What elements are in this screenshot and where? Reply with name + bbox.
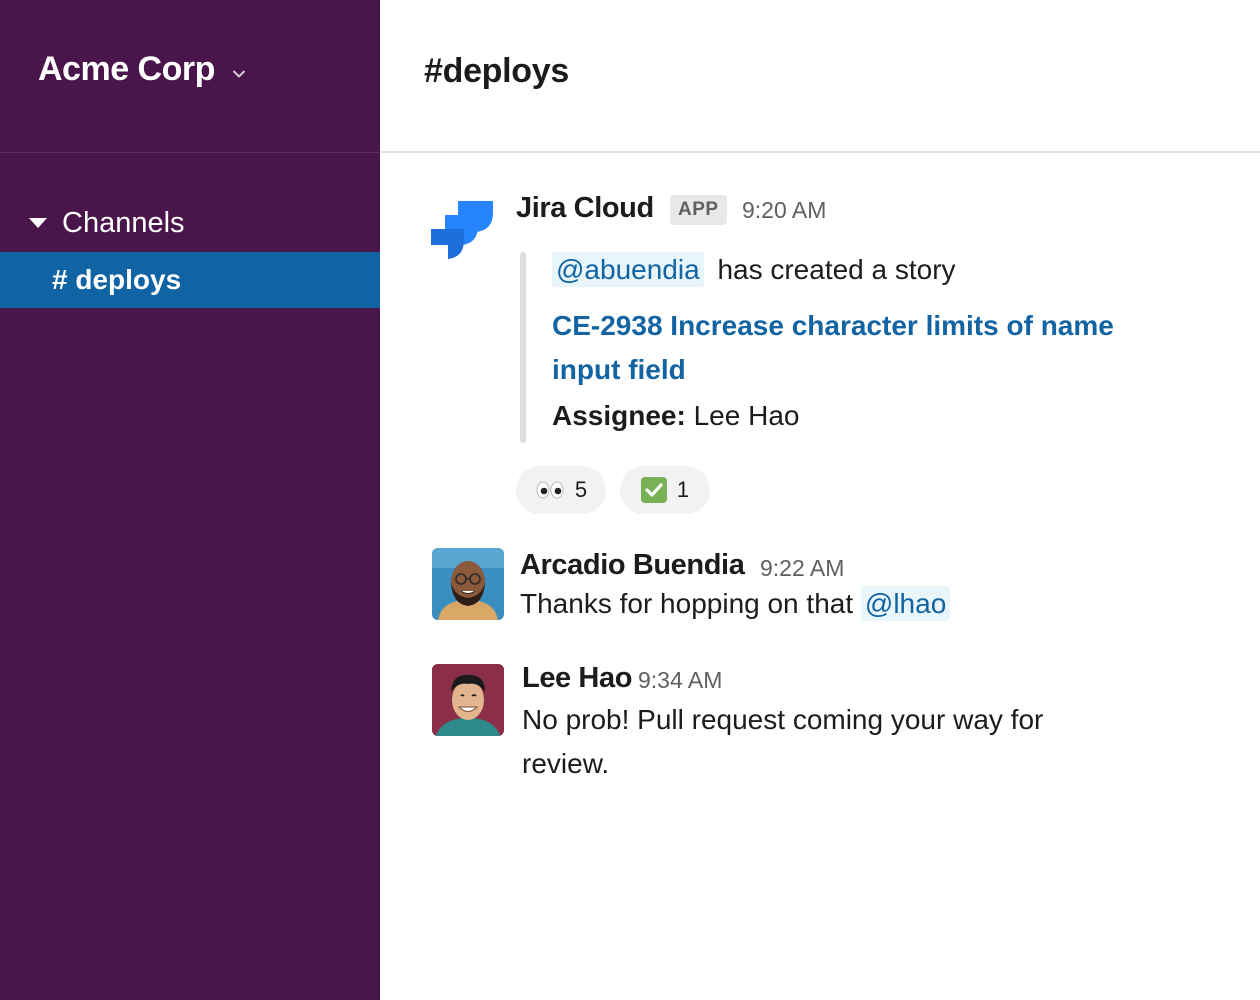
workspace-name[interactable]: Acme Corp	[38, 50, 215, 89]
issue-link-line-1[interactable]: CE-2938 Increase character limits of nam…	[552, 310, 1114, 342]
check-mark-icon	[640, 477, 667, 503]
message-timestamp[interactable]: 9:34 AM	[638, 667, 722, 694]
assignee-field: Assignee: Lee Hao	[552, 400, 799, 432]
chevron-down-icon[interactable]	[231, 66, 247, 82]
user-mention[interactable]: @abuendia	[552, 252, 704, 287]
user-mention[interactable]: @lhao	[860, 586, 951, 621]
message-timestamp[interactable]: 9:22 AM	[760, 555, 844, 582]
issue-link-line-2[interactable]: input field	[552, 354, 686, 386]
sender-name[interactable]: Lee Hao	[522, 662, 632, 695]
sender-name[interactable]: Jira Cloud	[516, 192, 654, 225]
reaction-eyes[interactable]: 5	[516, 466, 606, 514]
reaction-count: 5	[574, 477, 588, 502]
message-timestamp[interactable]: 9:20 AM	[742, 197, 826, 224]
sender-name[interactable]: Arcadio Buendia	[520, 549, 745, 582]
channel-title[interactable]: #deploys	[424, 52, 569, 91]
avatar[interactable]	[432, 548, 504, 620]
avatar[interactable]	[432, 664, 504, 736]
message-text-line-1: No prob! Pull request coming your way fo…	[522, 704, 1044, 735]
app-badge: APP	[670, 195, 727, 225]
channels-section-label: Channels	[62, 206, 185, 239]
message-body: Thanks for hopping on that	[520, 588, 854, 619]
attachment-summary-text: has created a story	[717, 254, 956, 285]
jira-logo-icon[interactable]	[430, 198, 496, 264]
workspace-header[interactable]: Acme Corp	[0, 0, 380, 153]
reaction-check-mark[interactable]: 1	[620, 466, 710, 514]
message-text: Thanks for hopping on that @lhao	[520, 586, 951, 621]
attachment-summary: @abuendia has created a story	[552, 252, 956, 287]
attachment-bar	[520, 252, 526, 443]
eyes-icon	[535, 480, 565, 500]
sidebar-item-label: # deploys	[52, 264, 182, 295]
assignee-value: Lee Hao	[693, 400, 800, 431]
assignee-label: Assignee:	[552, 400, 686, 431]
channels-section-header[interactable]: Channels	[28, 205, 185, 241]
main-pane: #deploys Jira Cloud APP 9:20 AM @abuendi…	[380, 0, 1260, 1000]
reaction-count: 1	[676, 477, 690, 502]
sidebar: Acme Corp Channels # deploys	[0, 0, 380, 1000]
channel-header: #deploys	[380, 0, 1260, 153]
sidebar-item-deploys[interactable]: # deploys	[0, 252, 380, 308]
caret-down-icon[interactable]	[28, 216, 48, 230]
message-text-line-2: review.	[522, 748, 610, 779]
